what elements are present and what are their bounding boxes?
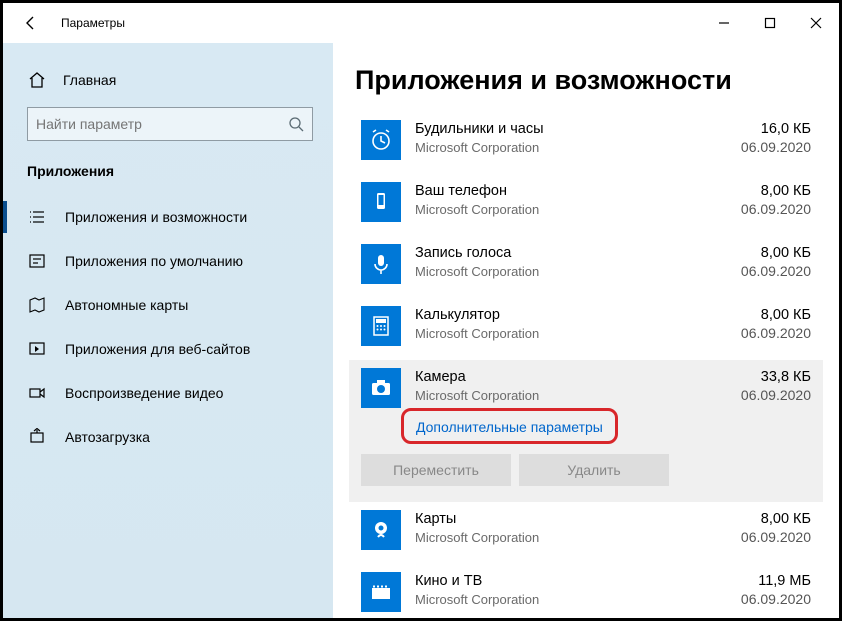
- app-publisher: Microsoft Corporation: [415, 387, 701, 404]
- phone-icon: [361, 182, 401, 222]
- sidebar: Главная Приложения Приложения и возможно…: [3, 43, 333, 618]
- nav-label: Автозагрузка: [65, 429, 150, 445]
- advanced-options-link[interactable]: Дополнительные параметры: [416, 419, 603, 435]
- nav-label: Приложения и возможности: [65, 209, 247, 225]
- microphone-icon: [361, 244, 401, 284]
- home-label: Главная: [63, 72, 116, 88]
- app-publisher: Microsoft Corporation: [415, 591, 701, 608]
- list-icon: [27, 208, 47, 226]
- app-row-alarms[interactable]: Будильники и часы Microsoft Corporation …: [355, 112, 817, 174]
- minimize-button[interactable]: [701, 5, 747, 41]
- app-date: 06.09.2020: [701, 387, 811, 404]
- app-publisher: Microsoft Corporation: [415, 325, 701, 342]
- app-name: Кино и ТВ: [415, 572, 701, 590]
- highlight-ring: Дополнительные параметры: [401, 408, 618, 444]
- page-heading: Приложения и возможности: [355, 65, 817, 96]
- maximize-button[interactable]: [747, 5, 793, 41]
- search-box[interactable]: [27, 107, 313, 141]
- nav-apps-features[interactable]: Приложения и возможности: [3, 195, 333, 239]
- website-icon: [27, 340, 47, 358]
- app-row-phone[interactable]: Ваш телефон Microsoft Corporation 8,00 К…: [355, 174, 817, 236]
- defaults-icon: [27, 252, 47, 270]
- home-icon: [27, 71, 47, 89]
- nav-list: Приложения и возможности Приложения по у…: [3, 195, 333, 459]
- calculator-icon: [361, 306, 401, 346]
- app-publisher: Microsoft Corporation: [415, 139, 701, 156]
- app-size: 8,00 КБ: [701, 306, 811, 324]
- window-title: Параметры: [61, 16, 125, 30]
- app-date: 06.09.2020: [701, 201, 811, 218]
- app-size: 11,9 МБ: [701, 572, 811, 590]
- app-size: 8,00 КБ: [701, 182, 811, 200]
- nav-website-apps[interactable]: Приложения для веб-сайтов: [3, 327, 333, 371]
- app-name: Будильники и часы: [415, 120, 701, 138]
- nav-label: Приложения для веб-сайтов: [65, 341, 250, 357]
- app-date: 06.09.2020: [701, 139, 811, 156]
- category-header: Приложения: [3, 163, 333, 195]
- nav-label: Приложения по умолчанию: [65, 253, 243, 269]
- app-date: 06.09.2020: [701, 263, 811, 280]
- app-name: Калькулятор: [415, 306, 701, 324]
- uninstall-button[interactable]: Удалить: [519, 454, 669, 486]
- app-date: 06.09.2020: [701, 529, 811, 546]
- app-row-camera[interactable]: Камера Microsoft Corporation Дополнитель…: [349, 360, 823, 502]
- nav-default-apps[interactable]: Приложения по умолчанию: [3, 239, 333, 283]
- nav-startup[interactable]: Автозагрузка: [3, 415, 333, 459]
- camera-icon: [361, 368, 401, 408]
- window-controls: [701, 5, 839, 41]
- nav-label: Автономные карты: [65, 297, 188, 313]
- app-row-maps[interactable]: Карты Microsoft Corporation 8,00 КБ 06.0…: [355, 502, 817, 564]
- startup-icon: [27, 428, 47, 446]
- app-name: Запись голоса: [415, 244, 701, 262]
- home-nav[interactable]: Главная: [3, 71, 333, 107]
- main-content: Приложения и возможности Будильники и ча…: [333, 43, 839, 618]
- app-row-voice[interactable]: Запись голоса Microsoft Corporation 8,00…: [355, 236, 817, 298]
- maps-app-icon: [361, 510, 401, 550]
- search-icon: [288, 116, 304, 132]
- nav-offline-maps[interactable]: Автономные карты: [3, 283, 333, 327]
- app-size: 16,0 КБ: [701, 120, 811, 138]
- video-icon: [27, 384, 47, 402]
- alarm-icon: [361, 120, 401, 160]
- app-name: Ваш телефон: [415, 182, 701, 200]
- app-date: 06.09.2020: [701, 591, 811, 608]
- titlebar: Параметры: [3, 3, 839, 43]
- app-publisher: Microsoft Corporation: [415, 263, 701, 280]
- nav-video-playback[interactable]: Воспроизведение видео: [3, 371, 333, 415]
- app-row-calculator[interactable]: Калькулятор Microsoft Corporation 8,00 К…: [355, 298, 817, 360]
- close-button[interactable]: [793, 5, 839, 41]
- search-input[interactable]: [36, 116, 288, 132]
- nav-label: Воспроизведение видео: [65, 385, 223, 401]
- app-size: 33,8 КБ: [701, 368, 811, 386]
- app-size: 8,00 КБ: [701, 244, 811, 262]
- app-publisher: Microsoft Corporation: [415, 529, 701, 546]
- movies-icon: [361, 572, 401, 612]
- app-name: Камера: [415, 368, 701, 386]
- app-publisher: Microsoft Corporation: [415, 201, 701, 218]
- app-list: Будильники и часы Microsoft Corporation …: [355, 112, 817, 618]
- move-button[interactable]: Переместить: [361, 454, 511, 486]
- app-date: 06.09.2020: [701, 325, 811, 342]
- map-icon: [27, 296, 47, 314]
- app-size: 8,00 КБ: [701, 510, 811, 528]
- back-button[interactable]: [13, 5, 49, 41]
- app-name: Карты: [415, 510, 701, 528]
- settings-window: { "titlebar": { "title": "Параметры" }, …: [0, 0, 842, 621]
- app-row-movies[interactable]: Кино и ТВ Microsoft Corporation 11,9 МБ …: [355, 564, 817, 618]
